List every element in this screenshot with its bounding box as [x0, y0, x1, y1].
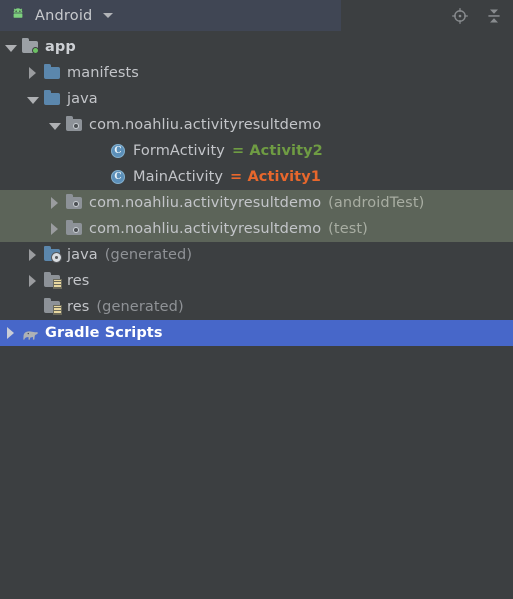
chevron-right-icon[interactable]: [48, 222, 61, 236]
tree-item-java[interactable]: java: [0, 86, 513, 112]
twisty-placeholder: [92, 145, 105, 158]
tree-item-app[interactable]: app: [0, 34, 513, 60]
folder-blue-icon: [44, 64, 61, 81]
tree-item-label: MainActivity: [133, 169, 224, 185]
tree-item-package-main[interactable]: com.noahliu.activityresultdemo: [0, 112, 513, 138]
tree-item-label: app: [45, 39, 76, 55]
gradle-elephant-icon: [22, 325, 39, 341]
package-folder-icon: [66, 116, 83, 133]
java-class-icon: C: [110, 169, 127, 185]
tree-item-label: java: [67, 247, 98, 263]
tree-item-scope-suffix: (generated): [104, 247, 193, 263]
chevron-right-icon[interactable]: [26, 274, 39, 288]
chevron-down-icon[interactable]: [26, 93, 39, 106]
package-folder-icon: [66, 194, 83, 211]
tree-item-label: com.noahliu.activityresultdemo: [89, 195, 322, 211]
chevron-down-icon[interactable]: [48, 119, 61, 132]
chevron-right-icon[interactable]: [26, 66, 39, 80]
tree-item-label: res: [67, 299, 90, 315]
chevron-down-icon[interactable]: [103, 13, 114, 18]
tree-item-annotation: = Activity1: [230, 169, 321, 185]
module-folder-icon: [22, 38, 39, 55]
twisty-placeholder: [26, 301, 39, 314]
java-class-icon: C: [110, 143, 127, 159]
tree-item-package-test[interactable]: com.noahliu.activityresultdemo (test): [0, 216, 513, 242]
header-action-bar: [341, 0, 513, 31]
tree-item-scope-suffix: (generated): [96, 299, 184, 315]
folder-generated-icon: [44, 246, 62, 263]
folder-blue-icon: [44, 90, 61, 107]
chevron-right-icon[interactable]: [4, 326, 17, 340]
tree-item-label: com.noahliu.activityresultdemo: [89, 117, 322, 133]
folder-res-icon: [44, 272, 62, 289]
folder-res-icon: [44, 298, 62, 315]
chevron-right-icon[interactable]: [48, 196, 61, 210]
tree-item-java-generated[interactable]: java (generated): [0, 242, 513, 268]
tree-item-label: com.noahliu.activityresultdemo: [89, 221, 322, 237]
twisty-placeholder: [92, 171, 105, 184]
tree-item-label: res: [67, 273, 90, 289]
collapse-all-icon[interactable]: [485, 7, 503, 25]
tree-item-gradle-scripts[interactable]: Gradle Scripts: [0, 320, 513, 346]
tree-item-scope-suffix: (test): [328, 221, 368, 237]
tree-item-label: manifests: [67, 65, 139, 81]
tree-item-scope-suffix: (androidTest): [328, 195, 425, 211]
package-folder-icon: [66, 220, 83, 237]
tree-item-label: Gradle Scripts: [45, 325, 163, 341]
tree-item-res[interactable]: res: [0, 268, 513, 294]
project-tree[interactable]: app manifests java com.noahliu.activityresu…: [0, 31, 513, 346]
tree-item-res-generated[interactable]: res (generated): [0, 294, 513, 320]
tree-item-class-formactivity[interactable]: C FormActivity = Activity2: [0, 138, 513, 164]
project-view-selector[interactable]: Android: [0, 0, 341, 31]
chevron-right-icon[interactable]: [26, 248, 39, 262]
tree-item-label: FormActivity: [133, 143, 225, 159]
tool-window-header: Android: [0, 0, 513, 31]
tree-item-manifests[interactable]: manifests: [0, 60, 513, 86]
project-view-label: Android: [35, 7, 93, 24]
tree-item-class-mainactivity[interactable]: C MainActivity = Activity1: [0, 164, 513, 190]
tree-item-package-androidtest[interactable]: com.noahliu.activityresultdemo (androidTe…: [0, 190, 513, 216]
tree-item-annotation: = Activity2: [231, 143, 323, 159]
tree-item-label: java: [67, 91, 98, 107]
chevron-down-icon[interactable]: [4, 41, 17, 54]
android-robot-icon: [10, 7, 26, 24]
select-opened-file-icon[interactable]: [451, 7, 469, 25]
